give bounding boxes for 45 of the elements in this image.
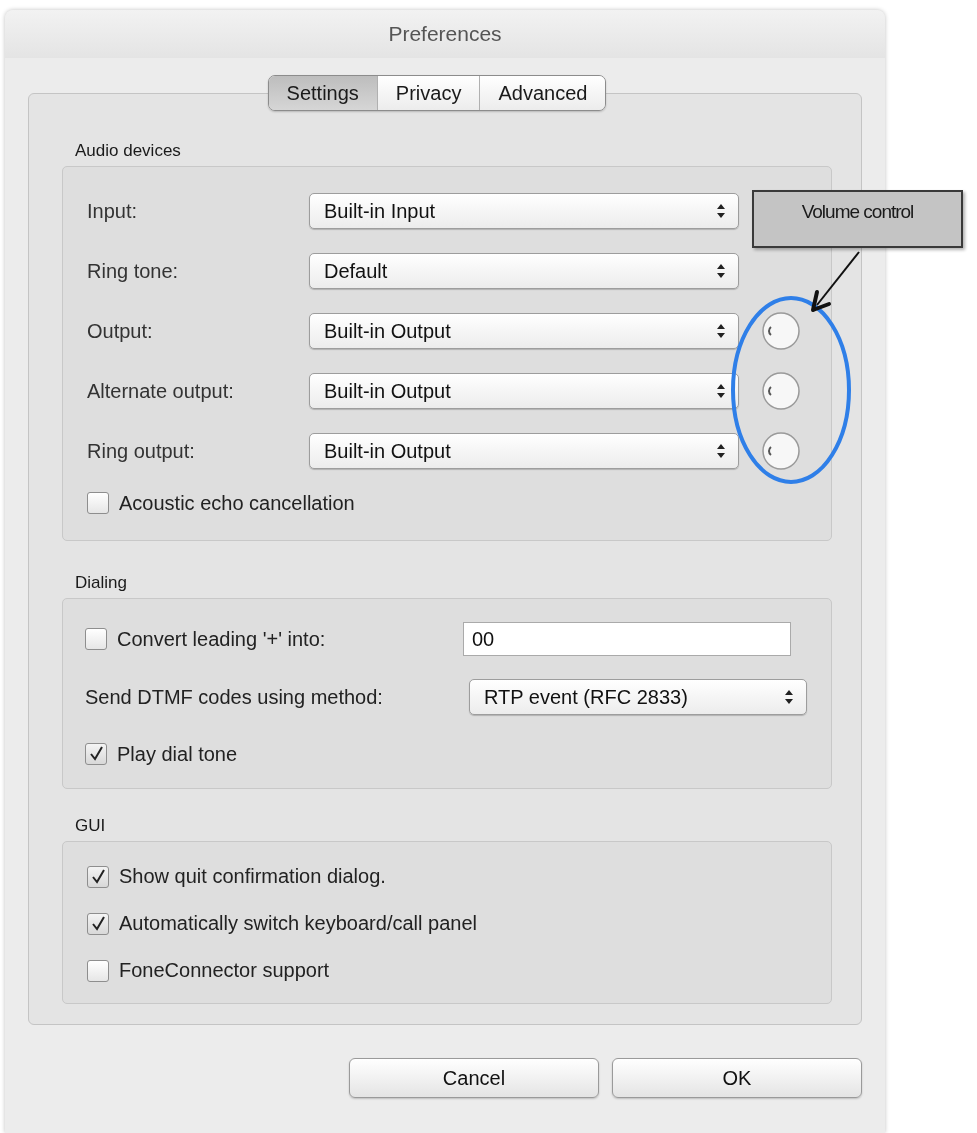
popup-menu[interactable]: Built-in Input [309, 193, 739, 229]
field-label: Send DTMF codes using method: [85, 685, 384, 709]
checkbox-label: Convert leading '+' into: [117, 627, 327, 651]
checkbox-label: Automatically switch keyboard/call panel [119, 912, 477, 935]
callout-arrow [811, 251, 860, 312]
checkbox[interactable] [87, 912, 109, 935]
checkbox[interactable] [85, 628, 107, 650]
window-title: Preferences [388, 22, 502, 46]
stepper-icon [716, 322, 726, 340]
section-heading: Dialing [75, 572, 128, 594]
popup-menu[interactable]: Built-in Output [309, 433, 739, 469]
text-field[interactable]: 00 [463, 622, 791, 656]
checkbox[interactable] [87, 865, 109, 888]
field-label: Ring output: [87, 439, 196, 463]
volume-knob[interactable] [761, 371, 801, 411]
tab[interactable]: Privacy [376, 76, 480, 110]
stepper-icon [716, 262, 726, 280]
checkbox-label: Show quit confirmation dialog. [119, 865, 386, 888]
field-label: Input: [87, 199, 139, 223]
dialog-button[interactable]: Cancel [349, 1058, 599, 1098]
popup-menu[interactable]: Default [309, 253, 739, 289]
callout-label: Volume control [752, 190, 963, 248]
volume-knob[interactable] [761, 431, 801, 471]
checkbox-label: Acoustic echo cancellation [119, 491, 355, 515]
tab[interactable]: Advanced [479, 76, 606, 110]
checkbox[interactable] [85, 743, 107, 765]
popup-menu[interactable]: Built-in Output [309, 313, 739, 349]
popup-menu[interactable]: Built-in Output [309, 373, 739, 409]
field-label: Ring tone: [87, 259, 180, 283]
stepper-icon [716, 382, 726, 400]
tab[interactable]: Settings [268, 76, 377, 110]
stepper-icon [784, 688, 794, 706]
stepper-icon [716, 202, 726, 220]
checkbox[interactable] [87, 492, 109, 514]
volume-knob[interactable] [761, 311, 801, 351]
checkbox-label: Play dial tone [117, 742, 238, 766]
popup-menu[interactable]: RTP event (RFC 2833) [469, 679, 807, 715]
section-heading: Audio devices [75, 140, 182, 162]
section-heading: GUI [75, 815, 107, 837]
dialog-button[interactable]: OK [612, 1058, 862, 1098]
field-label: Alternate output: [87, 379, 235, 403]
checkbox[interactable] [87, 959, 109, 982]
field-label: Output: [87, 319, 154, 343]
stepper-icon [716, 442, 726, 460]
checkbox-label: FoneConnector support [119, 959, 330, 982]
